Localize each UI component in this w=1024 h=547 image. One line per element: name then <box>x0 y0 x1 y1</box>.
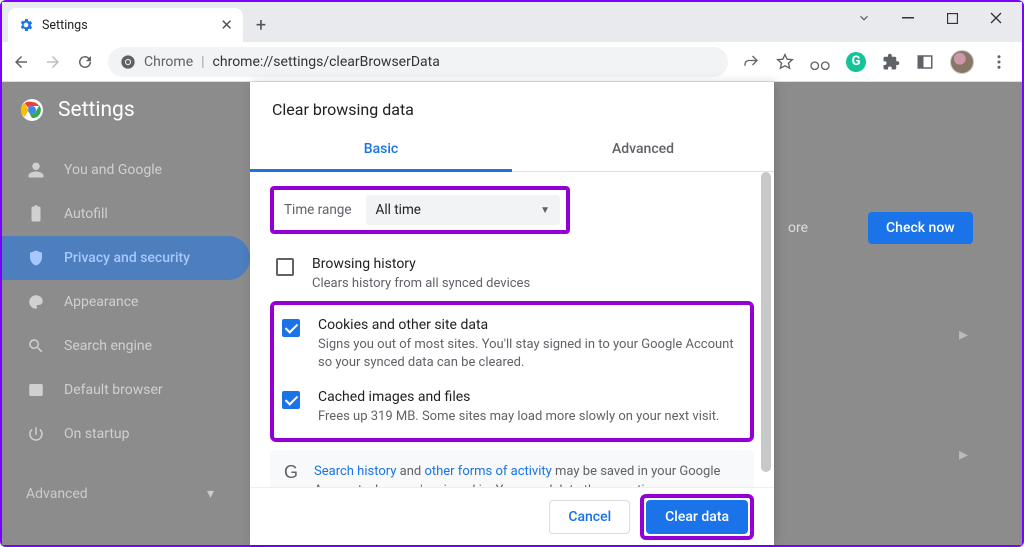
close-tab-icon[interactable]: ✕ <box>220 16 233 34</box>
sidebar-item-autofill[interactable]: Autofill <box>2 192 250 236</box>
option-cookies[interactable]: Cookies and other site data Signs you ou… <box>276 309 748 380</box>
time-range-row: Time range All time ▼ <box>270 186 570 234</box>
forward-button[interactable] <box>44 53 62 71</box>
browser-icon <box>26 381 46 399</box>
dialog-scrollbar[interactable] <box>760 172 772 487</box>
link-search-history[interactable]: Search history <box>314 464 396 479</box>
clipboard-icon <box>26 205 46 223</box>
gear-icon <box>18 17 34 33</box>
sidebar-item-default-browser[interactable]: Default browser <box>2 368 250 412</box>
checkbox-cookies[interactable] <box>282 319 300 337</box>
clear-data-button[interactable]: Clear data <box>646 500 748 534</box>
maximize-button[interactable] <box>930 2 974 34</box>
new-tab-button[interactable]: + <box>247 11 275 39</box>
sidebar-advanced-toggle[interactable]: Advanced ▾ <box>2 472 250 516</box>
address-bar[interactable]: Chrome | chrome://settings/clearBrowserD… <box>108 47 728 77</box>
cancel-button[interactable]: Cancel <box>549 500 630 534</box>
option-cache[interactable]: Cached images and files Frees up 319 MB.… <box>276 381 748 434</box>
dropdown-icon: ▼ <box>540 205 550 216</box>
page-title: Settings <box>58 98 135 122</box>
share-icon[interactable] <box>742 53 760 71</box>
person-icon <box>26 161 46 179</box>
checkbox-history[interactable] <box>276 258 294 276</box>
dialog-title: Clear browsing data <box>250 82 774 131</box>
sidebar-item-on-startup[interactable]: On startup <box>2 412 250 456</box>
window-titlebar: Settings ✕ + <box>2 2 1022 42</box>
chevron-down-icon: ▾ <box>207 486 214 502</box>
bike-icon[interactable] <box>810 53 830 71</box>
sidebar-item-privacy[interactable]: Privacy and security <box>2 236 250 280</box>
minimize-button[interactable] <box>886 2 930 34</box>
chrome-icon <box>120 54 136 70</box>
chrome-logo-icon <box>20 98 44 122</box>
link-other-activity[interactable]: other forms of activity <box>424 464 551 479</box>
option-browsing-history[interactable]: Browsing history Clears history from all… <box>270 248 754 301</box>
addr-prefix: Chrome <box>144 54 193 70</box>
grammarly-icon[interactable]: G <box>846 52 866 72</box>
tab-advanced[interactable]: Advanced <box>512 131 774 171</box>
settings-sidebar: You and Google Autofill Privacy and secu… <box>2 138 250 516</box>
menu-dots-icon[interactable] <box>990 53 1008 71</box>
sidebar-item-search-engine[interactable]: Search engine <box>2 324 250 368</box>
checkbox-cache[interactable] <box>282 391 300 409</box>
profile-avatar[interactable] <box>950 50 974 74</box>
shield-icon <box>26 249 46 267</box>
power-icon <box>26 425 46 443</box>
reload-button[interactable] <box>76 53 94 71</box>
palette-icon <box>26 293 46 311</box>
time-range-label: Time range <box>280 202 352 218</box>
close-window-button[interactable] <box>974 2 1018 34</box>
time-range-select[interactable]: All time ▼ <box>366 195 560 225</box>
dialog-tabs: Basic Advanced <box>250 131 774 172</box>
chevron-right-icon[interactable]: ▸ <box>788 424 1008 484</box>
browser-tab[interactable]: Settings ✕ <box>8 8 243 42</box>
extensions-icon[interactable] <box>882 53 900 71</box>
check-now-button[interactable]: Check now <box>868 212 973 244</box>
back-button[interactable] <box>12 53 30 71</box>
sidebar-item-you-and-google[interactable]: You and Google <box>2 148 250 192</box>
google-info-box: G Search history and other forms of acti… <box>270 450 754 487</box>
browser-toolbar: Chrome | chrome://settings/clearBrowserD… <box>2 42 1022 82</box>
tab-basic[interactable]: Basic <box>250 131 512 172</box>
clear-browsing-data-dialog: Clear browsing data Basic Advanced Time … <box>250 82 774 545</box>
sidepanel-icon[interactable] <box>916 53 934 71</box>
tab-title: Settings <box>42 18 88 33</box>
bookmark-star-icon[interactable] <box>776 53 794 71</box>
url-text: chrome://settings/clearBrowserData <box>213 54 440 70</box>
sidebar-item-appearance[interactable]: Appearance <box>2 280 250 324</box>
page-content: Settings You and Google Autofill Privacy… <box>2 82 1022 545</box>
chevron-right-icon[interactable]: ▸ <box>788 304 1008 364</box>
chevron-down-icon[interactable] <box>842 2 886 34</box>
google-g-icon: G <box>284 462 298 483</box>
search-icon <box>26 337 46 355</box>
